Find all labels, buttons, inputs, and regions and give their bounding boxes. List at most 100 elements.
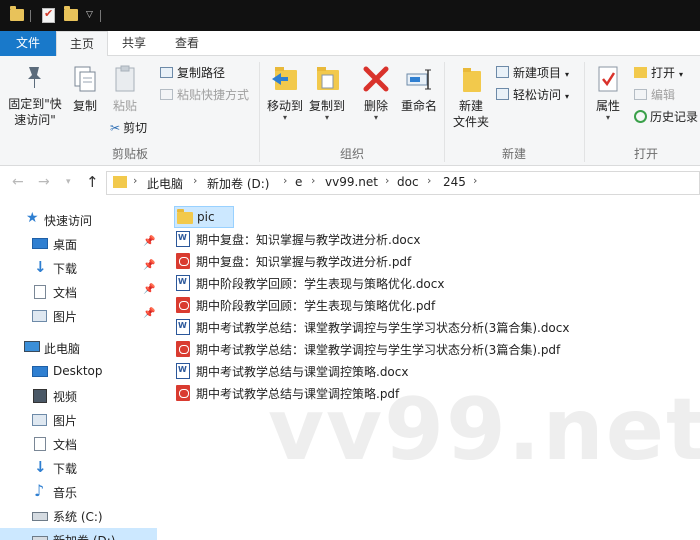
customize-toolbar-arrow-icon[interactable]: ▽ xyxy=(86,10,93,28)
new-item-dropdown-icon[interactable]: ▾ xyxy=(565,70,569,79)
tab-home[interactable]: 主页 xyxy=(56,31,108,57)
paste-shortcut-button[interactable]: 粘贴快捷方式 xyxy=(160,87,249,103)
file-name: 期中考试教学总结：课堂教学调控与学生学习状态分析(3篇合集).pdf xyxy=(196,343,561,357)
forward-arrow-icon[interactable]: → xyxy=(38,174,50,190)
new-folder-quick-icon[interactable] xyxy=(64,6,78,21)
properties-quick-icon[interactable] xyxy=(42,7,55,23)
paste-button[interactable]: 粘贴 xyxy=(108,64,142,114)
breadcrumb-this-pc[interactable]: 此电脑 xyxy=(147,175,183,192)
open-label: 打开 xyxy=(651,66,676,80)
nav-pc-documents-label: 文档 xyxy=(53,438,78,452)
cut-button[interactable]: ✂ 剪切 xyxy=(110,120,147,136)
copy-path-icon xyxy=(160,67,173,78)
easy-access-dropdown-icon[interactable]: ▾ xyxy=(565,92,569,101)
pin-quick-access-label-1: 固定到"快 xyxy=(8,97,62,111)
file-row[interactable]: 期中考试教学总结：课堂教学调控与学生学习状态分析(3篇合集).docx xyxy=(174,316,594,338)
nav-quick-pictures[interactable]: 图片 📌 xyxy=(0,304,157,328)
move-to-button[interactable]: 移动到 ▾ xyxy=(264,64,306,122)
new-item-button[interactable]: 新建项目 ▾ xyxy=(496,65,569,83)
nav-pc-downloads[interactable]: ↓ 下载 xyxy=(0,456,157,480)
nav-quick-desktop[interactable]: 桌面 📌 xyxy=(0,232,157,256)
file-row[interactable]: 期中考试教学总结与课堂调控策略.docx xyxy=(174,360,574,382)
back-arrow-icon[interactable]: ← xyxy=(12,174,24,190)
breadcrumb-drive-d[interactable]: 新加卷 (D:) xyxy=(207,175,269,192)
group-separator xyxy=(259,62,260,162)
drive-icon xyxy=(32,536,48,540)
star-icon: ★ xyxy=(26,210,39,226)
copy-to-button[interactable]: 复制到 ▾ xyxy=(306,64,348,122)
nav-pc-documents[interactable]: 文档 xyxy=(0,432,157,456)
nav-quick-downloads[interactable]: ↓ 下载 📌 xyxy=(0,256,157,280)
copy-to-dropdown-icon[interactable]: ▾ xyxy=(306,114,348,122)
open-button[interactable]: 打开 ▾ xyxy=(634,65,683,83)
breadcrumb-separator-icon[interactable]: › xyxy=(385,174,389,187)
breadcrumb-separator-icon[interactable]: › xyxy=(311,174,315,187)
tab-file[interactable]: 文件 xyxy=(0,31,56,56)
nav-pc-drive-d-label: 新加卷 (D:) xyxy=(53,532,115,540)
pin-icon xyxy=(28,67,41,88)
copy-path-button[interactable]: 复制路径 xyxy=(160,65,225,81)
pin-quick-access-button[interactable]: 固定到"快 速访问" xyxy=(4,64,66,128)
word-document-icon xyxy=(176,363,190,379)
tab-view[interactable]: 查看 xyxy=(162,31,212,56)
watermark: vv99.net xyxy=(268,380,700,480)
file-name: 期中阶段教学回顾：学生表现与策略优化.docx xyxy=(196,277,445,291)
up-arrow-icon[interactable]: ↑ xyxy=(86,173,99,191)
properties-dropdown-icon[interactable]: ▾ xyxy=(590,114,626,122)
breadcrumb-doc[interactable]: doc xyxy=(397,175,419,189)
breadcrumb-245[interactable]: 245 xyxy=(443,175,466,189)
edit-button[interactable]: 编辑 xyxy=(634,87,675,103)
rename-button[interactable]: 重命名 xyxy=(398,64,440,114)
breadcrumb-separator-icon[interactable]: › xyxy=(473,174,477,187)
breadcrumb-separator-icon[interactable]: › xyxy=(427,174,431,187)
nav-pc-desktop[interactable]: Desktop xyxy=(0,360,157,384)
nav-this-pc-label: 此电脑 xyxy=(44,342,81,356)
group-separator xyxy=(444,62,445,162)
delete-button[interactable]: 删除 ▾ xyxy=(358,64,394,122)
file-row[interactable]: 期中阶段教学回顾：学生表现与策略优化.docx xyxy=(174,272,574,294)
address-bar[interactable]: › 此电脑 › 新加卷 (D:) › e › vv99.net › doc › … xyxy=(106,171,700,195)
tab-share[interactable]: 共享 xyxy=(110,31,158,56)
file-row-folder-pic[interactable]: pic xyxy=(174,206,234,228)
nav-pc-videos-label: 视频 xyxy=(53,390,78,404)
rename-label: 重命名 xyxy=(400,99,437,113)
toolbar-separator xyxy=(100,10,101,22)
ribbon: 固定到"快 速访问" 复制 粘贴 复制路径 粘贴快捷方式 ✂ 剪切 剪贴板 移动… xyxy=(0,56,700,166)
pinned-icon: 📌 xyxy=(143,308,156,319)
delete-dropdown-icon[interactable]: ▾ xyxy=(358,114,394,122)
file-row[interactable]: 期中复盘：知识掌握与教学改进分析.pdf xyxy=(174,250,574,272)
breadcrumb-separator-icon[interactable]: › xyxy=(133,174,137,187)
breadcrumb-separator-icon[interactable]: › xyxy=(193,174,197,187)
pdf-icon xyxy=(176,385,190,401)
new-folder-label-1: 新建 xyxy=(458,99,483,113)
move-to-dropdown-icon[interactable]: ▾ xyxy=(264,114,306,122)
nav-quick-documents[interactable]: 文档 📌 xyxy=(0,280,157,304)
properties-button[interactable]: 属性 ▾ xyxy=(590,64,626,122)
file-name: 期中复盘：知识掌握与教学改进分析.pdf xyxy=(196,255,412,269)
new-folder-button[interactable]: 新建 文件夹 xyxy=(448,64,494,130)
file-row[interactable]: 期中阶段教学回顾：学生表现与策略优化.pdf xyxy=(174,294,574,316)
properties-label: 属性 xyxy=(595,99,620,113)
history-button[interactable]: 历史记录 xyxy=(634,109,698,125)
nav-this-pc[interactable]: 此电脑 xyxy=(0,336,157,360)
rename-icon xyxy=(406,69,431,90)
nav-pc-desktop-label: Desktop xyxy=(53,364,103,378)
breadcrumb-separator-icon[interactable]: › xyxy=(283,174,287,187)
recent-locations-chevron-icon[interactable]: ▾ xyxy=(66,177,71,187)
nav-pc-pictures[interactable]: 图片 xyxy=(0,408,157,432)
nav-pc-drive-c[interactable]: 系统 (C:) xyxy=(0,504,157,528)
properties-icon xyxy=(598,66,618,92)
pinned-icon: 📌 xyxy=(143,236,156,247)
file-row[interactable]: 期中复盘：知识掌握与教学改进分析.docx xyxy=(174,228,574,250)
breadcrumb-e[interactable]: e xyxy=(295,175,302,189)
nav-pc-music[interactable]: ♪ 音乐 xyxy=(0,480,157,504)
easy-access-button[interactable]: 轻松访问 ▾ xyxy=(496,87,569,105)
open-dropdown-icon[interactable]: ▾ xyxy=(679,70,683,79)
pictures-icon xyxy=(32,414,47,426)
copy-button[interactable]: 复制 xyxy=(68,64,102,114)
file-row[interactable]: 期中考试教学总结：课堂教学调控与学生学习状态分析(3篇合集).pdf xyxy=(174,338,594,360)
breadcrumb-vv99[interactable]: vv99.net xyxy=(325,175,378,189)
nav-pc-drive-d[interactable]: 新加卷 (D:) xyxy=(0,528,157,540)
nav-pc-videos[interactable]: 视频 xyxy=(0,384,157,408)
nav-quick-access[interactable]: ★ 快速访问 xyxy=(0,208,157,232)
